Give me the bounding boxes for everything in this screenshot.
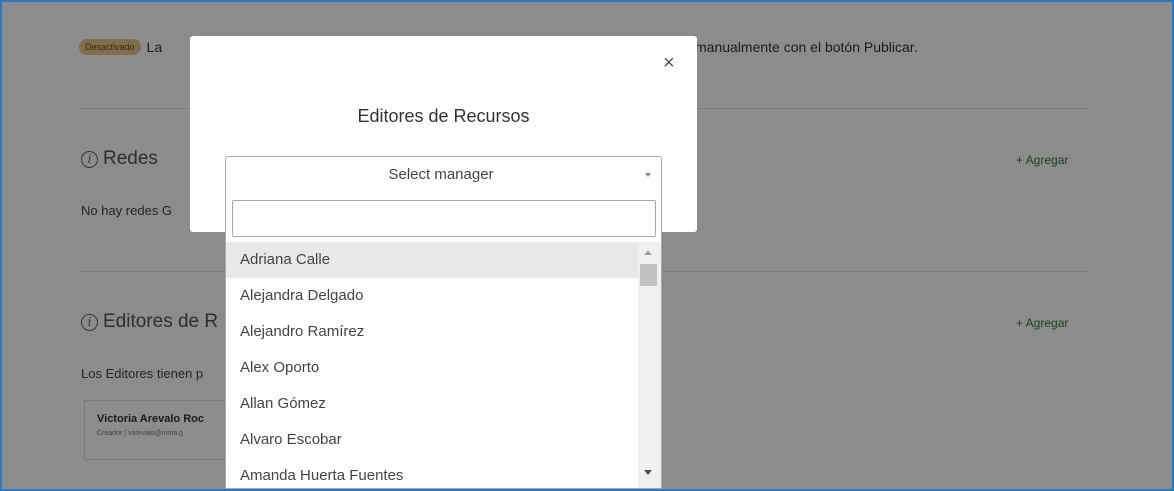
browser-frame: Desactivado La manualmente con el botón … [0, 0, 1174, 491]
scroll-thumb[interactable] [640, 264, 657, 286]
select-value: Select manager [388, 166, 494, 183]
dropdown-search-input[interactable] [232, 200, 656, 237]
dropdown-option[interactable]: Alejandra Delgado [226, 278, 638, 314]
scroll-down-arrow-icon[interactable] [644, 470, 652, 475]
caret-down-icon [645, 173, 651, 177]
close-icon[interactable]: × [663, 52, 675, 75]
dropdown-option[interactable]: Adriana Calle [226, 242, 638, 278]
dropdown-option[interactable]: Alex Oporto [226, 350, 638, 386]
scroll-up-arrow-icon[interactable] [644, 250, 652, 255]
dropdown-option[interactable]: Alvaro Escobar [226, 422, 638, 458]
manager-select[interactable]: Select manager [225, 156, 662, 195]
dropdown-scrollbar[interactable] [638, 242, 661, 488]
dropdown-option[interactable]: Amanda Huerta Fuentes [226, 458, 638, 488]
dropdown-option[interactable]: Alejandro Ramírez [226, 314, 638, 350]
manager-dropdown: Adriana Calle Alejandra Delgado Alejandr… [225, 194, 662, 489]
dropdown-option[interactable]: Allan Gómez [226, 386, 638, 422]
modal-title: Editores de Recursos [357, 106, 530, 126]
dropdown-options: Adriana Calle Alejandra Delgado Alejandr… [226, 242, 638, 488]
